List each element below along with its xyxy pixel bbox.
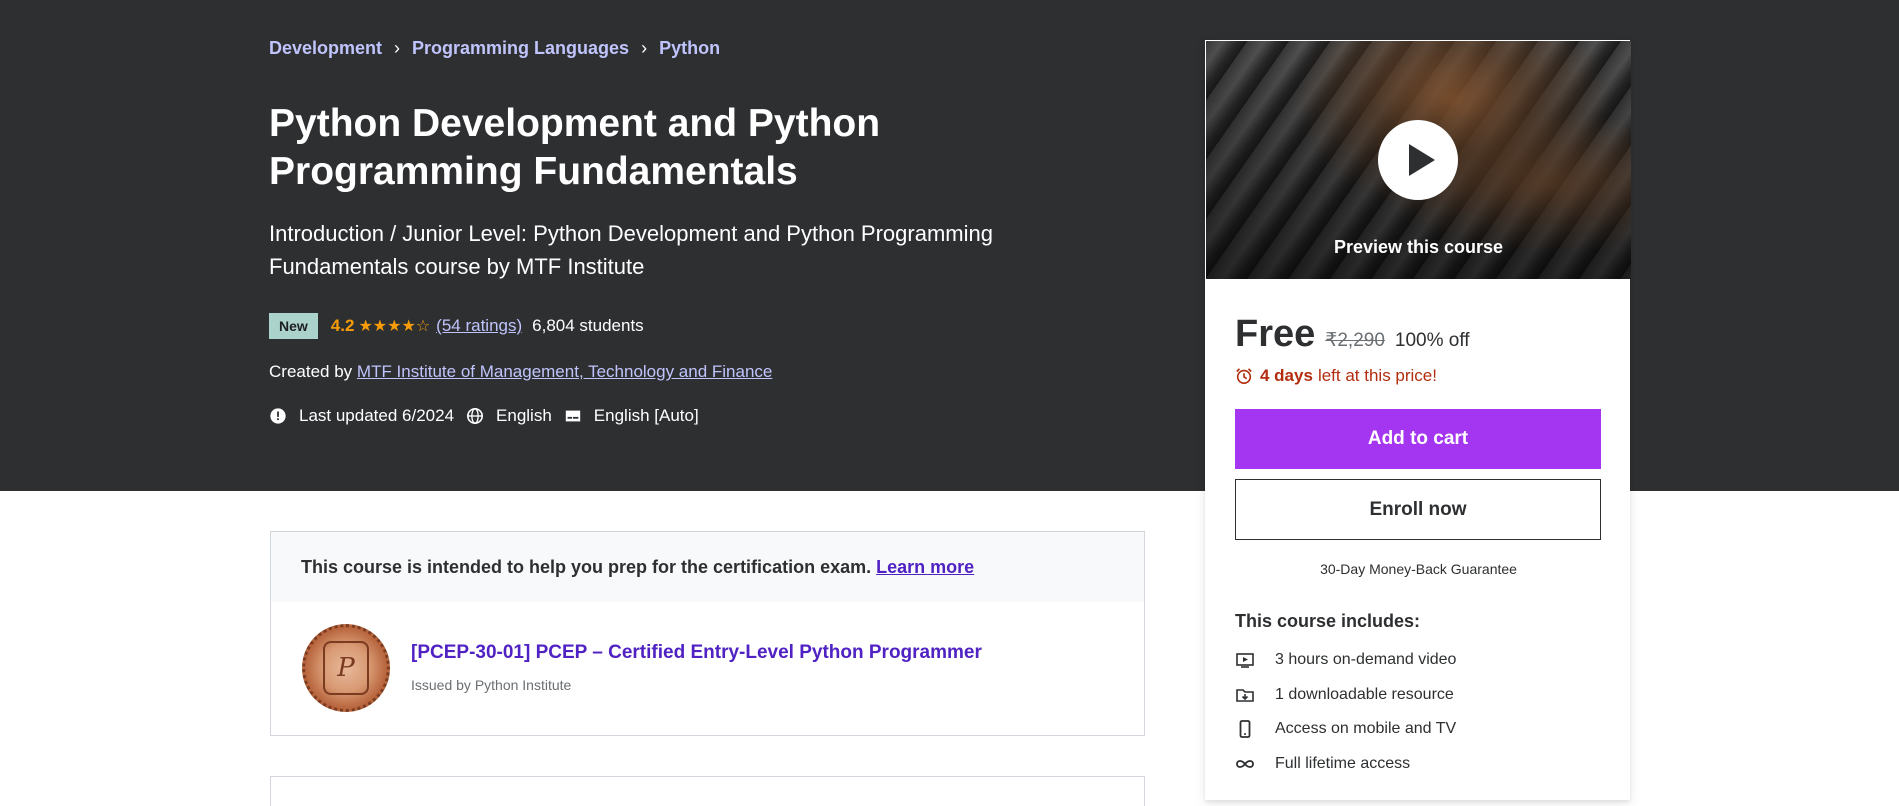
author-link[interactable]: MTF Institute of Management, Technology … [357, 362, 772, 381]
rating-row: New 4.2 ★★★★☆ (54 ratings) 6,804 student… [269, 313, 644, 339]
money-back-guarantee: 30-Day Money-Back Guarantee [1320, 561, 1517, 577]
star-rating-icon: ★★★★☆ [358, 318, 431, 335]
certification-name-link[interactable]: [PCEP-30-01] PCEP – Certified Entry-Leve… [411, 642, 982, 664]
globe-icon [467, 407, 484, 425]
mobile-icon [1235, 719, 1255, 739]
purchase-sidebar: Preview this course Free ₹2,290 100% off… [1205, 40, 1631, 800]
timer-text: left at this price! [1317, 366, 1437, 385]
discount-percent: 100% off [1394, 330, 1470, 351]
language-text: English [496, 406, 552, 425]
captions-icon [565, 410, 580, 422]
breadcrumb-python[interactable]: Python [659, 38, 720, 59]
breadcrumb-development[interactable]: Development [269, 38, 382, 59]
current-price: Free [1235, 313, 1316, 355]
certification-box: This course is intended to help you prep… [270, 531, 1145, 736]
alert-badge-icon [270, 408, 286, 424]
includes-title: This course includes: [1235, 611, 1421, 631]
includes-item: Access on mobile and TV [1235, 712, 1456, 747]
includes-item: 3 hours on-demand video [1235, 643, 1456, 678]
last-updated-text: Last updated 6/2024 [299, 406, 455, 425]
created-by-label: Created by [269, 362, 353, 381]
includes-item-text: Access on mobile and TV [1275, 720, 1457, 738]
alarm-clock-icon [1236, 368, 1252, 385]
captions: English [Auto] [564, 406, 699, 426]
original-price: ₹2,290 [1325, 330, 1385, 351]
chevron-right-icon: › [394, 38, 401, 58]
breadcrumb: Development › Programming Languages › Py… [269, 38, 720, 59]
certification-issuer: Issued by Python Institute [411, 677, 572, 693]
python-institute-seal-icon: P [302, 624, 390, 712]
includes-item: 1 downloadable resource [1235, 678, 1456, 713]
last-updated: Last updated 6/2024 [269, 406, 454, 426]
includes-list: 3 hours on-demand video 1 downloadable r… [1235, 643, 1456, 781]
language: English [466, 406, 552, 426]
add-to-cart-button[interactable]: Add to cart [1235, 409, 1601, 469]
seal-monogram: P [323, 641, 369, 695]
course-title: Python Development and Python Programmin… [269, 102, 881, 193]
includes-item-text: 1 downloadable resource [1275, 685, 1454, 703]
video-icon [1235, 650, 1255, 670]
new-badge: New [269, 313, 318, 339]
certification-item: P [PCEP-30-01] PCEP – Certified Entry-Le… [271, 602, 1144, 735]
price-row: Free ₹2,290 100% off [1235, 313, 1470, 356]
next-section-box [270, 776, 1145, 806]
learn-more-link[interactable]: Learn more [876, 557, 974, 578]
includes-item-text: Full lifetime access [1275, 754, 1411, 772]
rating-value: 4.2 [330, 316, 355, 335]
students-count: 6,804 students [532, 316, 644, 335]
preview-label[interactable]: Preview this course [1206, 237, 1631, 258]
course-info-row: Last updated 6/2024 English English [Aut… [269, 406, 711, 426]
captions-text: English [Auto] [593, 406, 699, 425]
includes-item: Full lifetime access [1235, 747, 1456, 782]
ratings-count-link[interactable]: (54 ratings) [436, 316, 522, 336]
chevron-right-icon: › [641, 38, 648, 58]
price-timer: 4 days left at this price! [1235, 366, 1437, 386]
course-preview[interactable]: Preview this course [1206, 41, 1631, 279]
breadcrumb-programming-languages[interactable]: Programming Languages [412, 38, 629, 59]
timer-days: 4 days [1260, 366, 1313, 385]
certification-intro-text: This course is intended to help you prep… [301, 556, 872, 577]
enroll-now-button[interactable]: Enroll now [1235, 479, 1601, 540]
created-by: Created by MTF Institute of Management, … [269, 362, 772, 382]
certification-intro: This course is intended to help you prep… [271, 532, 1144, 602]
download-icon [1235, 685, 1255, 705]
play-icon[interactable] [1378, 120, 1458, 200]
infinity-icon [1235, 754, 1255, 774]
course-subtitle: Introduction / Junior Level: Python Deve… [269, 221, 993, 279]
includes-item-text: 3 hours on-demand video [1275, 651, 1457, 669]
